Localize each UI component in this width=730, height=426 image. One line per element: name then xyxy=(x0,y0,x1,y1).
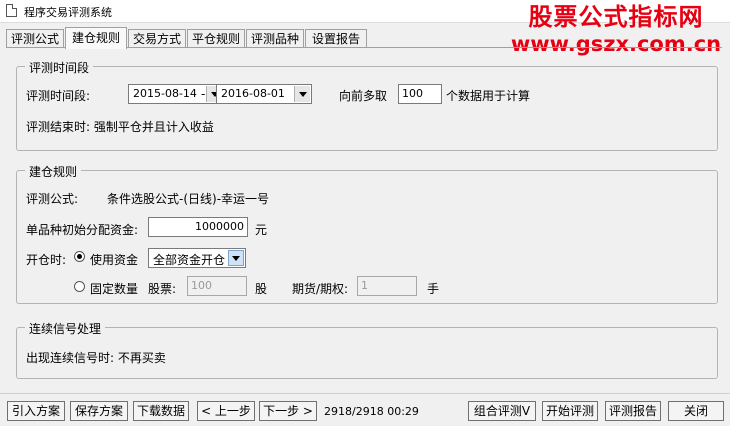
fixed-qty-label: 固定数量 xyxy=(90,282,139,296)
app-icon xyxy=(6,4,17,17)
futures-label: 期货/期权: xyxy=(292,282,349,296)
period-group: 评测时间段 评测时间段: 2015-08-14 - 2016-08-01 向前多… xyxy=(16,59,718,151)
futures-unit: 手 xyxy=(427,282,440,296)
use-capital-label: 使用资金 xyxy=(90,253,139,267)
prev-step-button[interactable]: < 上一步 xyxy=(197,401,255,421)
period-group-title: 评测时间段 xyxy=(25,59,94,76)
use-capital-radio[interactable] xyxy=(74,251,85,262)
tab-build-rules[interactable]: 建仓规则 xyxy=(65,27,127,49)
bottom-bar: 引入方案 保存方案 下载数据 < 上一步 下一步 > 2918/2918 00:… xyxy=(0,393,730,426)
eval-report-button[interactable]: 评测报告 xyxy=(605,401,661,421)
download-data-button[interactable]: 下载数据 xyxy=(133,401,189,421)
formula-value: 条件选股公式-(日线)-幸运一号 xyxy=(107,192,270,206)
build-rules-group: 建仓规则 评测公式: 条件选股公式-(日线)-幸运一号 单品种初始分配资金: 1… xyxy=(16,163,718,304)
fixed-qty-radio[interactable] xyxy=(74,281,85,292)
open-label: 开仓时: xyxy=(26,253,67,267)
watermark-line1: 股票公式指标网 xyxy=(528,3,704,31)
close-button[interactable]: 关闭 xyxy=(668,401,724,421)
stock-qty-input[interactable]: 100 xyxy=(187,276,247,296)
next-step-button[interactable]: 下一步 > xyxy=(259,401,317,421)
import-plan-button[interactable]: 引入方案 xyxy=(7,401,65,421)
save-plan-button[interactable]: 保存方案 xyxy=(70,401,128,421)
tab-instruments[interactable]: 评测品种 xyxy=(246,29,304,47)
signal-text: 出现连续信号时: 不再买卖 xyxy=(26,351,166,365)
date-separator: - xyxy=(201,87,206,101)
chevron-down-icon[interactable] xyxy=(294,86,310,102)
end-date-value: 2016-08-01 xyxy=(221,87,285,100)
capital-mode-select[interactable]: 全部资金开仓 xyxy=(148,248,246,268)
start-date-picker[interactable]: 2015-08-14 xyxy=(128,84,224,104)
capital-mode-value: 全部资金开仓 xyxy=(153,253,226,267)
lookback-input[interactable]: 100 xyxy=(398,84,442,104)
start-eval-button[interactable]: 开始评测 xyxy=(542,401,598,421)
signal-group-title: 连续信号处理 xyxy=(25,320,106,337)
combo-eval-button[interactable]: 组合评测V xyxy=(468,401,536,421)
window-title: 程序交易评测系统 xyxy=(24,6,112,19)
watermark-line2: www.gszx.com.cn xyxy=(510,31,722,56)
progress-status: 2918/2918 00:29 xyxy=(324,405,419,418)
capital-unit: 元 xyxy=(255,223,268,237)
tab-close-rules[interactable]: 平仓规则 xyxy=(187,29,245,47)
build-rules-group-title: 建仓规则 xyxy=(25,163,82,180)
signal-group: 连续信号处理 出现连续信号时: 不再买卖 xyxy=(16,320,718,379)
start-date-value: 2015-08-14 xyxy=(133,87,197,100)
stock-label: 股票: xyxy=(148,282,177,296)
period-label: 评测时间段: xyxy=(26,89,91,103)
end-rule-text: 评测结束时: 强制平仓并且计入收益 xyxy=(26,120,214,134)
lookback-suffix: 个数据用于计算 xyxy=(446,89,531,103)
chevron-down-icon[interactable] xyxy=(228,250,244,266)
capital-label: 单品种初始分配资金: xyxy=(26,223,139,237)
stock-unit: 股 xyxy=(255,282,268,296)
futures-qty-input[interactable]: 1 xyxy=(357,276,417,296)
capital-input[interactable]: 1000000 xyxy=(148,217,248,237)
tab-report-settings[interactable]: 设置报告 xyxy=(305,29,367,47)
tab-formula[interactable]: 评测公式 xyxy=(6,29,64,47)
formula-label: 评测公式: xyxy=(26,192,79,206)
end-date-picker[interactable]: 2016-08-01 xyxy=(216,84,312,104)
tab-trade-mode[interactable]: 交易方式 xyxy=(128,29,186,47)
lookback-prefix: 向前多取 xyxy=(339,89,388,103)
